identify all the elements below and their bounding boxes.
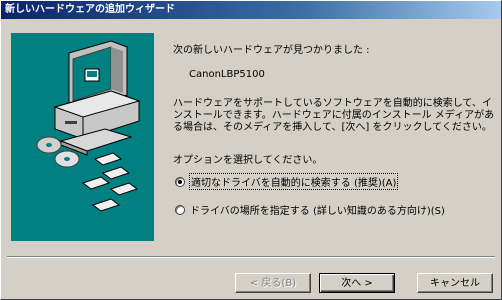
device-name: CanonLBP5100: [189, 69, 265, 80]
option-auto-search-label[interactable]: 適切なドライバを自動的に検索する (推奨)(A): [188, 173, 399, 190]
description-text: ハードウェアをサポートしているソフトウェアを自動的に検索して、インストールできま…: [173, 98, 495, 133]
separator: [7, 256, 495, 258]
floppy-disk-icon: [81, 152, 139, 212]
next-button[interactable]: 次へ >: [319, 273, 395, 293]
option-specify-location-label[interactable]: ドライバの場所を指定する (詳しい知識のある方向け)(S): [190, 202, 445, 217]
radio-specify-location[interactable]: [175, 204, 185, 215]
back-button[interactable]: < 戻る(B): [235, 273, 311, 293]
cancel-button[interactable]: キャンセル: [417, 273, 493, 293]
option-auto-search[interactable]: 適切なドライバを自動的に検索する (推奨)(A): [175, 173, 399, 190]
wizard-window: 新しいハードウェアの追加ウィザード 次の新しいハードウェアが見つかりました: …: [0, 0, 502, 300]
wizard-illustration: [11, 33, 154, 241]
radio-auto-search[interactable]: [175, 176, 185, 187]
window-title: 新しいハードウェアの追加ウィザード: [5, 4, 175, 15]
option-prompt: オプションを選択してください。: [173, 155, 323, 166]
option-specify-location[interactable]: ドライバの場所を指定する (詳しい知識のある方向け)(S): [175, 202, 445, 217]
title-bar[interactable]: 新しいハードウェアの追加ウィザード: [1, 1, 501, 19]
found-heading: 次の新しいハードウェアが見つかりました :: [173, 45, 370, 56]
